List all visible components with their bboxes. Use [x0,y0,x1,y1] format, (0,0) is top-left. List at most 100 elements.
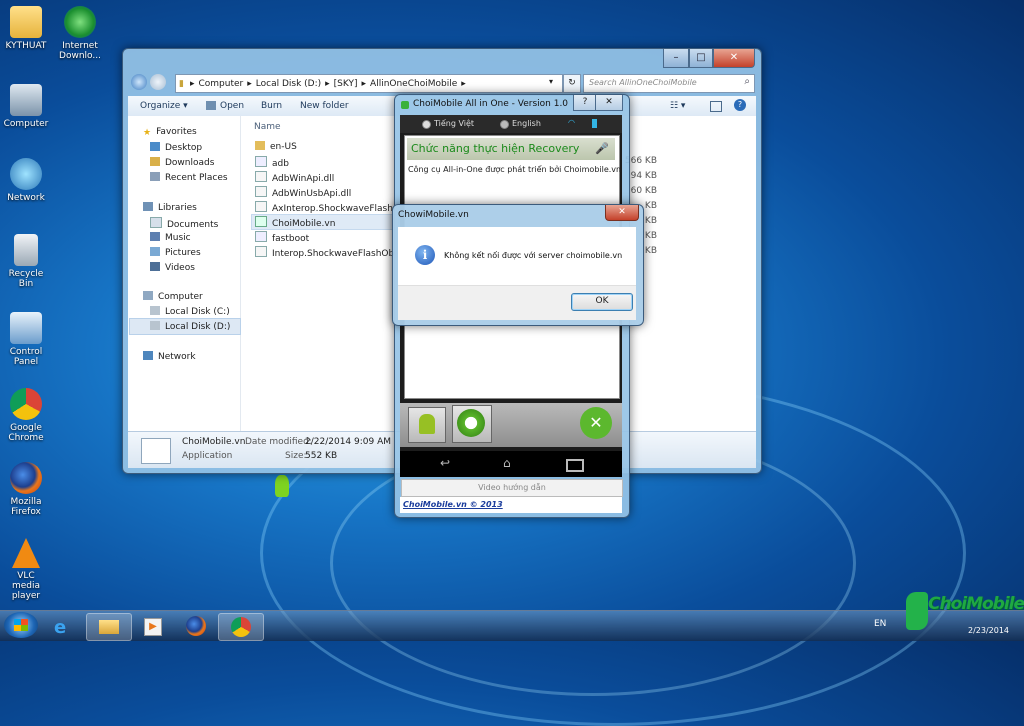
desktop-icon-kythuat[interactable]: KYTHUAT [2,6,50,51]
search-input[interactable]: Search AllinOneChoiMobile ⌕ [583,74,755,93]
wallpaper-logo [275,475,289,497]
desktop-icon-recycle-bin[interactable]: Recycle Bin [2,234,50,289]
taskbar-explorer-button[interactable] [86,613,132,641]
action-bar: ✕ [400,403,622,447]
watermark-text: ChoiMobile [928,594,1024,614]
choimobile-watermark-logo: ChoiMobile [904,590,1024,634]
taskbar-chrome-button[interactable] [218,613,264,641]
breadcrumb-disk-d[interactable]: Local Disk (D:) [256,79,321,89]
recent-places-icon [150,172,160,181]
nav-computer[interactable]: Computer [143,291,203,302]
file-row[interactable]: AdbWinApi.dll [255,171,334,184]
details-size: 552 KB [305,451,338,461]
nav-libraries[interactable]: Libraries [143,202,197,213]
video-guide-button[interactable]: Video hướng dẫn [401,479,623,497]
breadcrumb-sky[interactable]: [SKY] [334,79,358,89]
desktop-icon-chrome[interactable]: Google Chrome [2,388,50,443]
nav-desktop[interactable]: Desktop [150,142,202,153]
firefox-icon [10,462,42,494]
drive-icon [150,321,160,330]
folder-icon [10,6,42,38]
file-row[interactable]: adb [255,156,289,169]
breadcrumb-computer[interactable]: Computer [198,79,243,89]
details-name: ChoiMobile.vn [182,437,246,447]
file-row[interactable]: ChoiMobile.vn [255,216,335,229]
forward-button[interactable] [150,74,166,90]
organize-button[interactable]: Organize ▾ [140,101,188,111]
language-indicator[interactable]: EN [874,619,886,629]
open-icon [206,101,216,110]
file-row[interactable]: AdbWinUsbApi.dll [255,186,351,199]
back-button[interactable] [131,74,147,90]
desktop-icon-computer[interactable]: Computer [2,84,50,129]
nav-favorites[interactable]: ★ Favorites [143,127,197,138]
breadcrumb-allinone[interactable]: AllinOneChoiMobile [370,79,457,89]
ok-button[interactable]: OK [571,293,633,311]
nav-local-disk-c[interactable]: Local Disk (C:) [150,306,230,317]
explorer-folder-icon [99,620,119,634]
nav-network[interactable]: Network [143,351,196,362]
refresh-button[interactable]: ↻ [563,74,581,93]
chrome-icon [10,388,42,420]
desktop-icon-idm[interactable]: Internet Downlo... [56,6,104,61]
help-icon[interactable]: ? [734,99,746,111]
battery-icon [592,119,597,128]
start-button[interactable] [4,612,38,638]
home-nav-icon[interactable]: ⌂ [503,456,511,470]
preview-pane-icon[interactable] [710,101,722,112]
burn-button[interactable]: Burn [261,101,282,111]
nav-videos[interactable]: Videos [150,262,195,273]
nav-local-disk-d[interactable]: Local Disk (D:) [150,321,230,332]
exit-button[interactable]: ✕ [578,405,616,441]
back-nav-icon[interactable]: ↩ [440,456,450,470]
file-row[interactable]: en-US [255,141,297,152]
close-button[interactable]: ✕ [713,49,755,68]
desktop-icon-control-panel[interactable]: Control Panel [2,312,50,367]
lang-en-radio[interactable] [500,120,509,129]
function-description: Công cụ All-in-One được phát triển bởi C… [408,165,622,174]
taskbar-media-button[interactable]: ▶ [130,613,174,639]
desktop-icon-firefox[interactable]: Mozilla Firefox [2,462,50,517]
search-placeholder: Search AllinOneChoiMobile [589,78,697,87]
desktop-icon-vlc[interactable]: VLC media player [2,538,50,601]
address-bar[interactable]: ▮ ▸ Computer ▸ Local Disk (D:) ▸ [SKY] ▸ Al… [175,74,563,93]
recents-nav-icon[interactable] [566,459,584,472]
column-name-header[interactable]: Name [254,122,281,132]
maximize-button[interactable]: □ [689,49,713,68]
dialog-body: i Không kết nối được với server choimobi… [398,227,636,320]
taskbar-ie-button[interactable]: e [42,613,86,639]
function-header: Chức năng thực hiện Recovery 🎤 [407,138,615,160]
view-options-icon[interactable]: ☷ ▾ [670,101,685,111]
lang-en-label: English [512,119,541,128]
documents-icon [150,217,162,228]
address-dropdown-icon[interactable]: ▾ [549,77,553,86]
explorer-caption-buttons: – □ ✕ [663,49,755,68]
app-title-icon [401,101,409,109]
dialog-close-button[interactable]: ✕ [605,205,639,221]
app-help-button[interactable]: ? [573,95,597,111]
open-button[interactable]: Open [220,101,244,111]
android-recovery-button[interactable] [408,407,446,443]
new-folder-button[interactable]: New folder [300,101,349,111]
watermark-handset-icon [906,592,928,630]
microphone-icon[interactable]: 🎤 [595,142,609,155]
network-icon [143,351,153,360]
minimize-button[interactable]: – [663,49,689,68]
nav-downloads[interactable]: Downloads [150,157,214,168]
footer-link[interactable]: ChoiMobile.vn © 2013 [403,500,503,509]
details-modified-label: Date modified: [245,437,312,447]
lang-vi-radio[interactable] [422,120,431,129]
nav-recent-places[interactable]: Recent Places [150,172,228,183]
dialog-message: Không kết nối được với server choimobile… [444,251,623,260]
file-row[interactable]: fastboot [255,231,309,244]
restore-button[interactable] [452,405,492,443]
dll-icon [255,201,267,212]
nav-pictures[interactable]: Pictures [150,247,201,258]
nav-documents[interactable]: Documents [150,217,218,230]
nav-music[interactable]: Music [150,232,191,243]
app-footer: ChoiMobile.vn © 2013 [400,497,622,513]
desktop-icon-network[interactable]: Network [2,158,50,203]
app-close-button[interactable]: ✕ [595,95,623,111]
info-icon: i [415,245,435,265]
taskbar-firefox-button[interactable] [174,613,218,639]
